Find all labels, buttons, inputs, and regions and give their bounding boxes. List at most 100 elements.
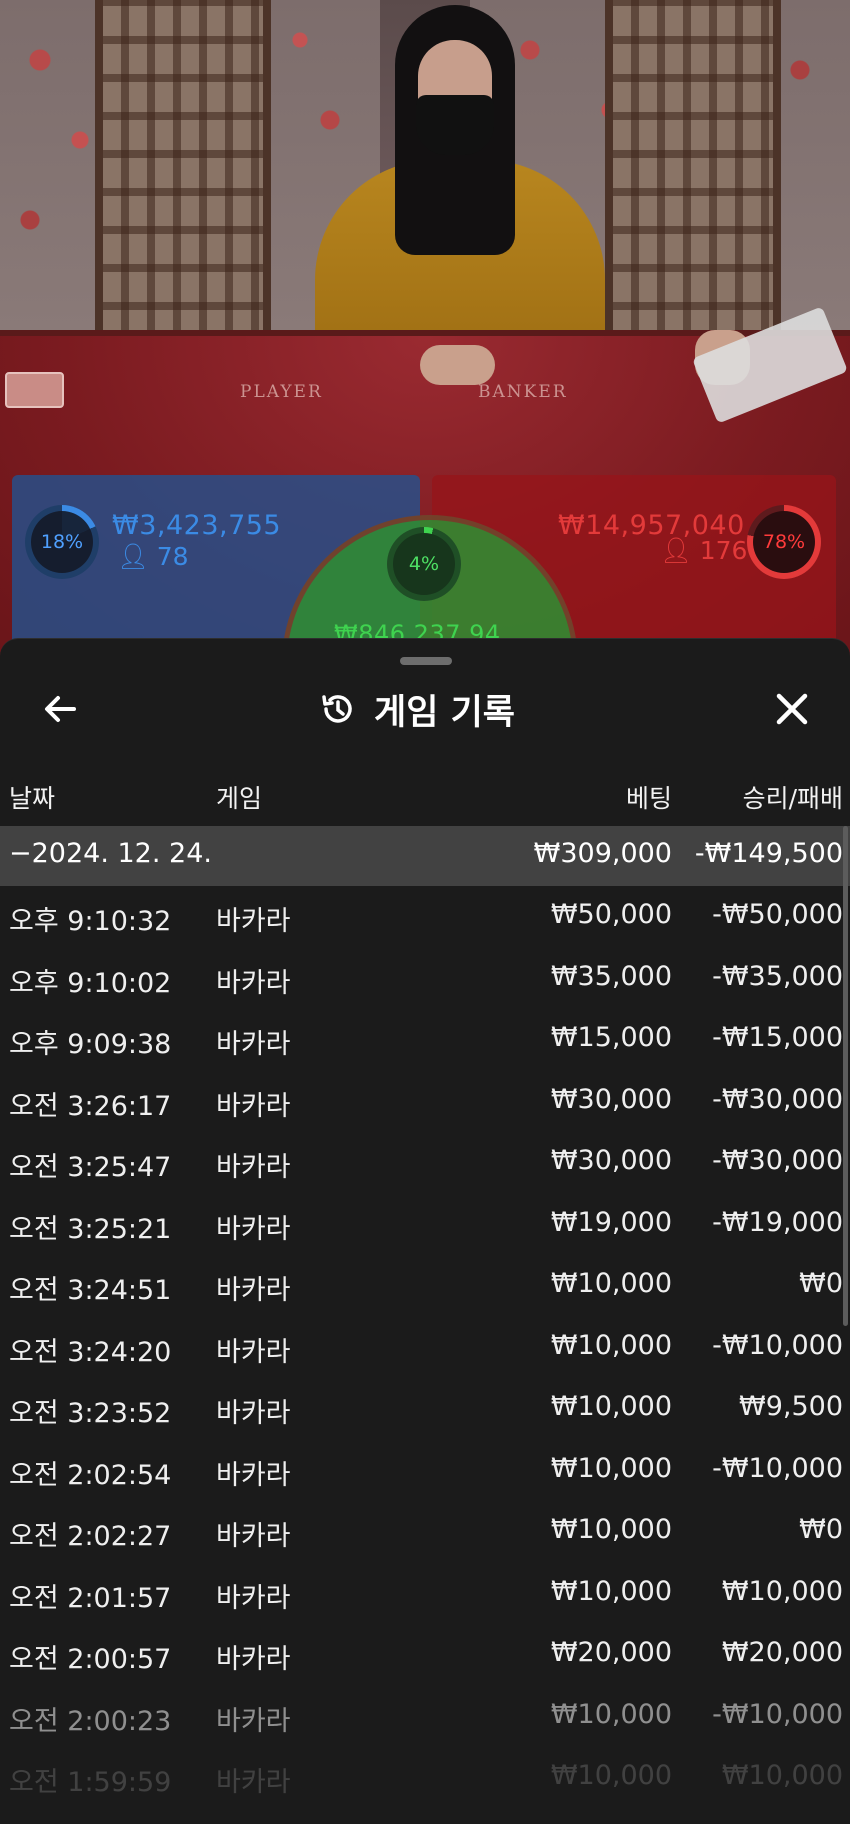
history-row[interactable]: 오전 1:59:59 바카라 ₩10,000 ₩10,000 xyxy=(0,1748,850,1810)
row-bet: ₩10,000 xyxy=(550,1514,672,1545)
row-game: 바카라 xyxy=(216,1767,291,1798)
row-win-loss: ₩9,500 xyxy=(739,1391,843,1422)
row-bet: ₩15,000 xyxy=(550,1022,672,1053)
column-header-win-loss: 승리/패배 xyxy=(742,784,843,813)
date-group-bet-total: ₩309,000 xyxy=(533,838,672,869)
user-icon: 👤︎ xyxy=(117,542,149,571)
row-bet: ₩10,000 xyxy=(550,1329,672,1361)
row-time: 오전 2:00:23 xyxy=(9,1705,172,1737)
row-bet: ₩10,000 xyxy=(550,1391,672,1422)
live-video-feed: PLAYER BANKER 18% ₩3,423,755 👤︎ 78 78% ₩… xyxy=(0,0,850,660)
column-header-bet: 베팅 xyxy=(625,784,672,813)
row-game: 바카라 xyxy=(216,1336,291,1368)
card-stack xyxy=(5,372,64,408)
row-bet: ₩35,000 xyxy=(550,960,672,992)
scrollbar[interactable] xyxy=(843,826,848,1326)
row-bet: ₩10,000 xyxy=(550,1575,672,1607)
close-button[interactable] xyxy=(770,687,814,731)
row-game: 바카라 xyxy=(216,967,291,999)
row-time: 오전 1:59:59 xyxy=(9,1767,172,1798)
row-game: 바카라 xyxy=(216,1582,291,1614)
row-bet: ₩10,000 xyxy=(550,1760,672,1791)
date-group-label: −2024. 12. 24. xyxy=(9,838,212,869)
row-time: 오후 9:09:38 xyxy=(9,1029,172,1060)
tie-percent: 4% xyxy=(408,553,440,575)
lattice-screen-left xyxy=(95,0,271,340)
row-win-loss: -₩10,000 xyxy=(712,1452,843,1484)
row-game: 바카라 xyxy=(216,906,291,937)
banker-bettor-count: 👤︎ 176 xyxy=(660,536,748,565)
row-win-loss: -₩35,000 xyxy=(712,960,843,992)
row-win-loss: ₩0 xyxy=(799,1268,843,1299)
game-history-sheet: 게임 기록 날짜 게임 베팅 승리/패배 −2024. 12. 24. ₩309… xyxy=(0,638,850,1824)
player-bettor-count: 👤︎ 78 xyxy=(117,542,189,571)
close-icon xyxy=(776,693,808,725)
row-time: 오전 3:23:52 xyxy=(9,1398,172,1429)
history-row[interactable]: 오후 9:10:02 바카라 ₩35,000 -₩35,000 xyxy=(0,949,850,1011)
row-time: 오전 2:02:27 xyxy=(9,1521,172,1552)
history-row[interactable]: 오전 3:24:20 바카라 ₩10,000 -₩10,000 xyxy=(0,1318,850,1380)
history-icon xyxy=(322,695,352,723)
user-icon: 👤︎ xyxy=(660,536,692,565)
row-bet: ₩30,000 xyxy=(550,1145,672,1176)
row-time: 오전 2:02:54 xyxy=(9,1459,172,1491)
history-row[interactable]: 오전 3:24:51 바카라 ₩10,000 ₩0 xyxy=(0,1256,850,1318)
row-time: 오전 3:25:21 xyxy=(9,1213,172,1245)
row-win-loss: -₩50,000 xyxy=(712,899,843,930)
row-game: 바카라 xyxy=(216,1644,291,1675)
row-win-loss: ₩10,000 xyxy=(721,1760,843,1791)
row-game: 바카라 xyxy=(216,1213,291,1245)
history-row[interactable]: 오후 9:09:38 바카라 ₩15,000 -₩15,000 xyxy=(0,1010,850,1072)
row-game: 바카라 xyxy=(216,1090,291,1122)
row-time: 오전 2:00:57 xyxy=(9,1644,172,1675)
history-row[interactable]: 오전 3:23:52 바카라 ₩10,000 ₩9,500 xyxy=(0,1379,850,1441)
row-win-loss: ₩0 xyxy=(799,1514,843,1545)
banker-percent: 78% xyxy=(762,531,806,553)
player-bet-amount: ₩3,423,755 xyxy=(112,510,282,541)
row-bet: ₩10,000 xyxy=(550,1452,672,1484)
row-win-loss: -₩19,000 xyxy=(712,1206,843,1238)
date-group-row[interactable]: −2024. 12. 24. ₩309,000 -₩149,500 xyxy=(0,826,850,886)
lattice-screen-right xyxy=(605,0,781,340)
date-group-win-loss-total: -₩149,500 xyxy=(694,838,843,869)
row-win-loss: -₩10,000 xyxy=(712,1329,843,1361)
row-bet: ₩10,000 xyxy=(550,1268,672,1299)
row-win-loss: ₩20,000 xyxy=(721,1637,843,1668)
row-time: 오전 3:25:47 xyxy=(9,1152,172,1183)
row-game: 바카라 xyxy=(216,1521,291,1552)
back-button[interactable] xyxy=(38,687,82,731)
sheet-drag-handle[interactable] xyxy=(400,657,452,665)
history-row[interactable]: 오전 3:26:17 바카라 ₩30,000 -₩30,000 xyxy=(0,1072,850,1134)
history-row[interactable]: 오전 2:01:57 바카라 ₩10,000 ₩10,000 xyxy=(0,1564,850,1626)
column-header-game: 게임 xyxy=(216,784,263,813)
row-bet: ₩10,000 xyxy=(550,1698,672,1730)
row-game: 바카라 xyxy=(216,1705,291,1737)
table-label-banker: BANKER xyxy=(478,382,568,402)
history-row[interactable]: 오전 3:25:21 바카라 ₩19,000 -₩19,000 xyxy=(0,1195,850,1257)
history-row[interactable]: 오전 3:25:47 바카라 ₩30,000 -₩30,000 xyxy=(0,1133,850,1195)
table-label-player: PLAYER xyxy=(240,382,323,402)
row-win-loss: -₩30,000 xyxy=(712,1083,843,1115)
back-arrow-icon xyxy=(45,696,76,722)
history-row[interactable]: 오전 2:02:27 바카라 ₩10,000 ₩0 xyxy=(0,1502,850,1564)
history-row[interactable]: 오전 2:00:57 바카라 ₩20,000 ₩20,000 xyxy=(0,1625,850,1687)
history-row[interactable]: 오전 2:02:54 바카라 ₩10,000 -₩10,000 xyxy=(0,1441,850,1503)
row-time: 오전 3:24:20 xyxy=(9,1336,172,1368)
column-header-date: 날짜 xyxy=(9,784,56,813)
history-list: 오후 9:10:32 바카라 ₩50,000 -₩50,000 오후 9:10:02 바… xyxy=(0,887,850,1810)
row-game: 바카라 xyxy=(216,1029,291,1060)
row-win-loss: -₩15,000 xyxy=(712,1022,843,1053)
row-time: 오전 3:24:51 xyxy=(9,1275,172,1306)
history-row[interactable]: 오전 2:00:23 바카라 ₩10,000 -₩10,000 xyxy=(0,1687,850,1749)
row-game: 바카라 xyxy=(216,1152,291,1183)
row-win-loss: ₩10,000 xyxy=(721,1575,843,1607)
row-time: 오전 3:26:17 xyxy=(9,1090,172,1122)
history-row[interactable]: 오후 9:10:32 바카라 ₩50,000 -₩50,000 xyxy=(0,887,850,949)
row-bet: ₩50,000 xyxy=(550,899,672,930)
player-percent: 18% xyxy=(40,531,84,553)
row-time: 오전 2:01:57 xyxy=(9,1582,172,1614)
row-win-loss: -₩10,000 xyxy=(712,1698,843,1730)
page-title: 게임 기록 xyxy=(374,692,515,733)
row-bet: ₩30,000 xyxy=(550,1083,672,1115)
row-time: 오후 9:10:02 xyxy=(9,967,172,999)
